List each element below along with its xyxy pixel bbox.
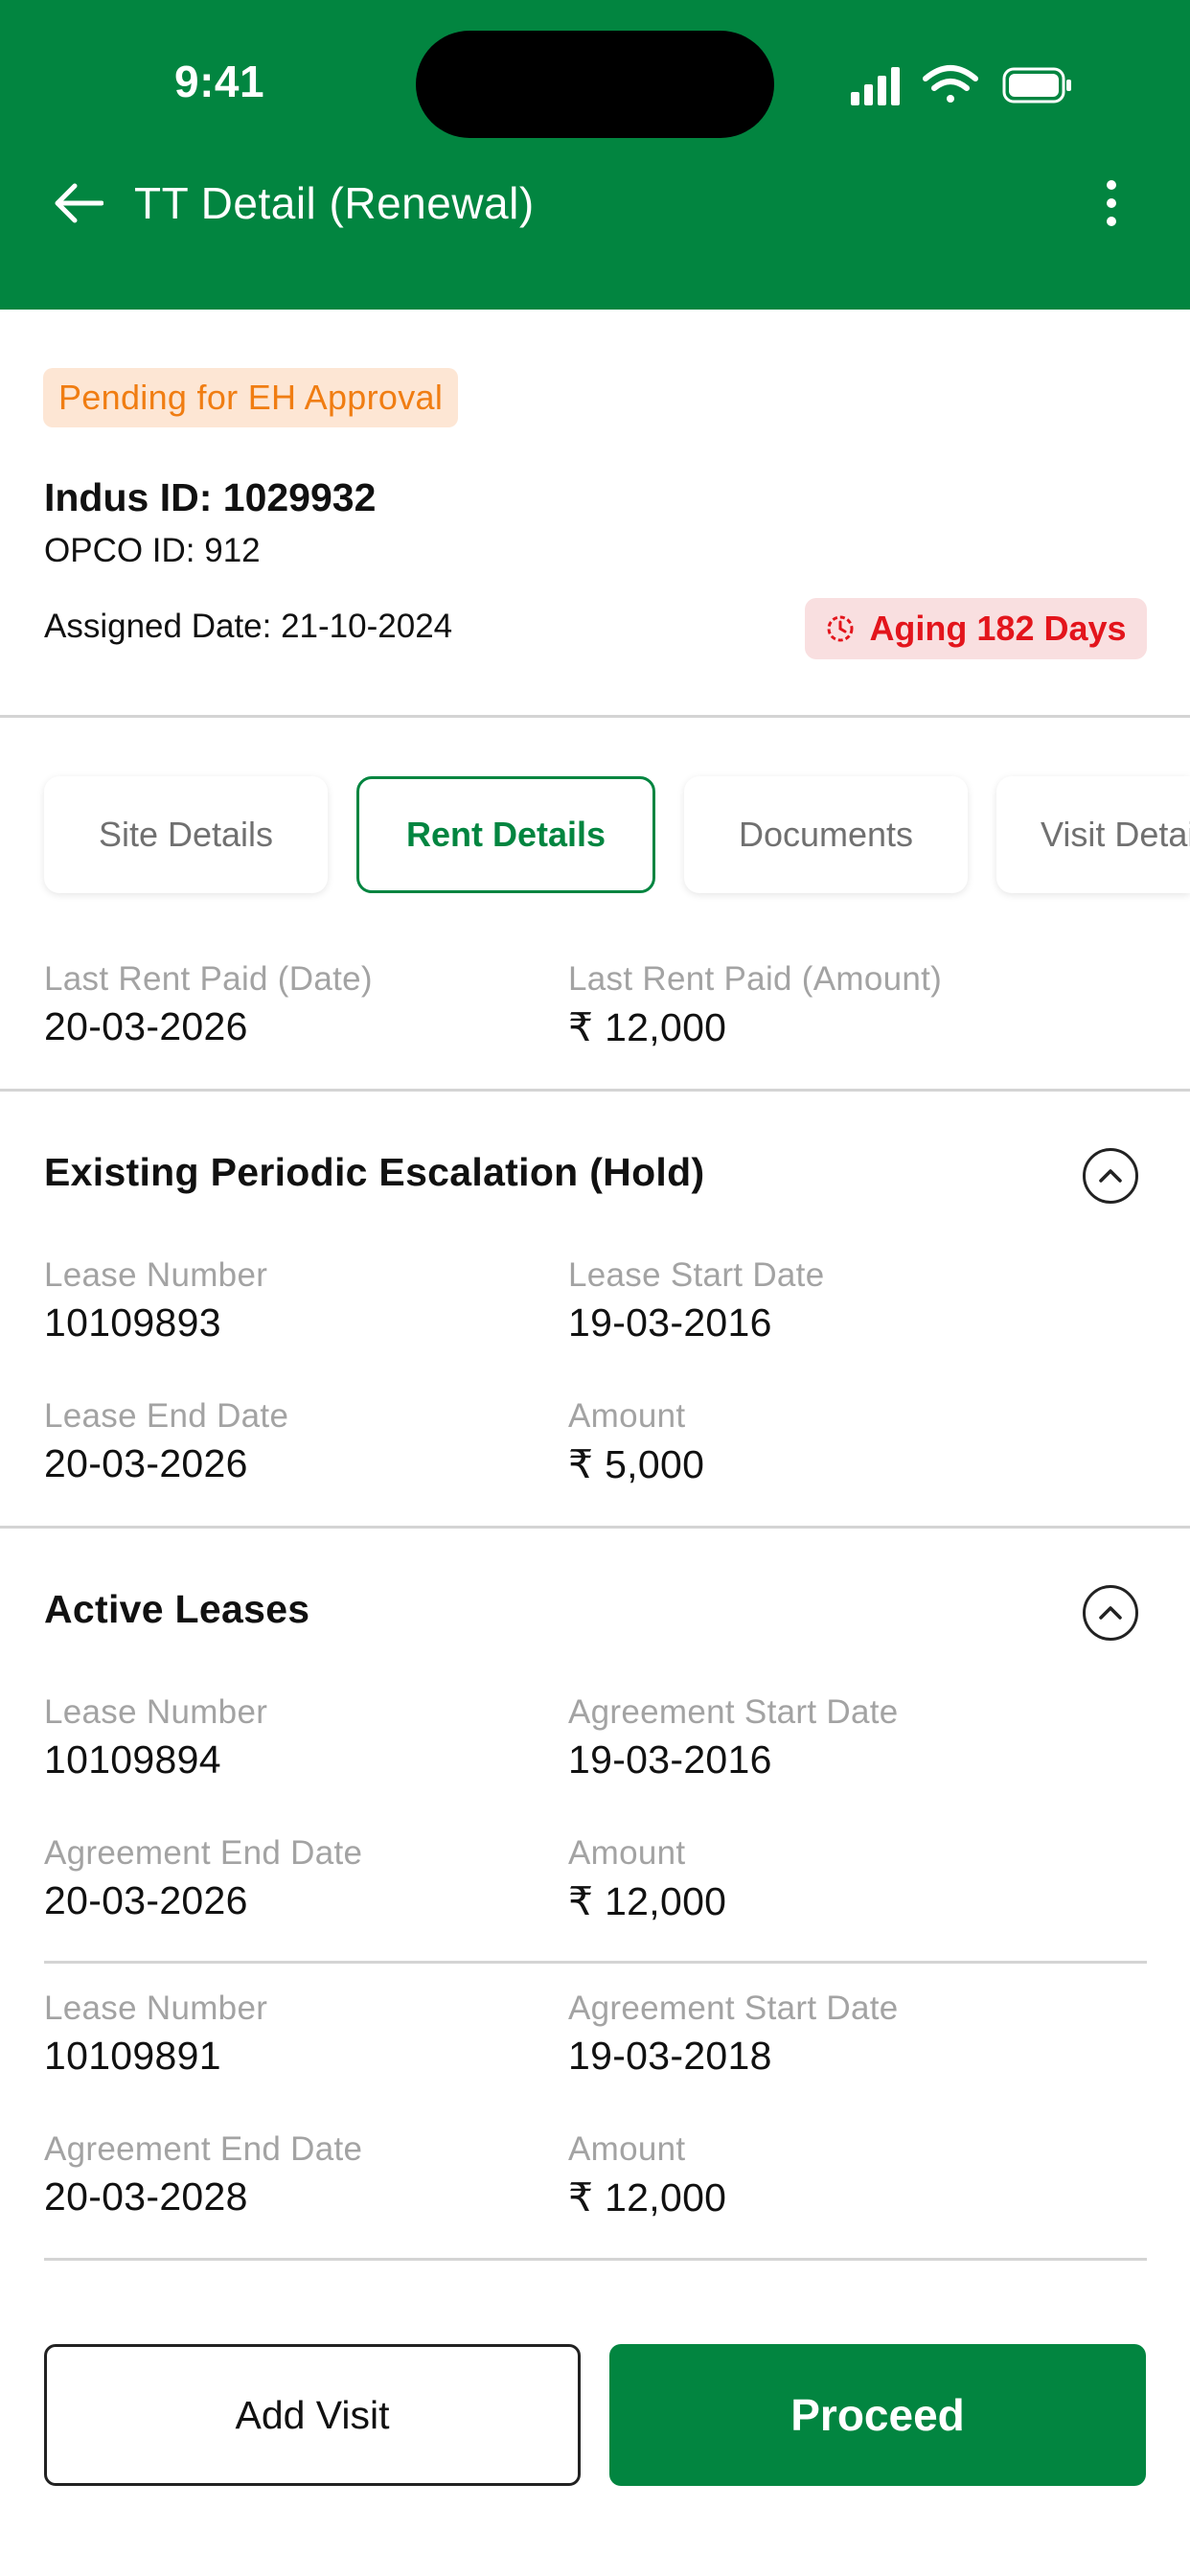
- lease-start-value: 19-03-2016: [568, 1300, 772, 1345]
- proceed-button[interactable]: Proceed: [609, 2344, 1146, 2486]
- lease-end-value: 20-03-2026: [44, 1441, 248, 1485]
- amount-label: Amount: [568, 2130, 686, 2168]
- lease-number-label: Lease Number: [44, 1256, 268, 1294]
- tab-visit-details[interactable]: Visit Details: [996, 776, 1190, 893]
- last-rent-date-label: Last Rent Paid (Date): [44, 960, 373, 998]
- agreement-start-value: 19-03-2018: [568, 2034, 772, 2078]
- last-rent-amount-value: ₹ 12,000: [568, 1005, 727, 1049]
- more-options-button[interactable]: [1085, 172, 1138, 234]
- divider: [0, 715, 1190, 718]
- battery-icon: [1002, 67, 1071, 104]
- last-rent-date-value: 20-03-2026: [44, 1004, 248, 1048]
- status-icons: [851, 63, 1081, 107]
- agreement-start-label: Agreement Start Date: [568, 1990, 899, 2027]
- tab-rent-details[interactable]: Rent Details: [356, 776, 655, 893]
- agreement-end-value: 20-03-2026: [44, 1878, 248, 1922]
- back-button[interactable]: [48, 172, 109, 234]
- divider: [44, 2258, 1147, 2261]
- tab-site-details[interactable]: Site Details: [44, 776, 328, 893]
- dynamic-island: [416, 31, 774, 138]
- indus-id: Indus ID: 1029932: [44, 475, 377, 519]
- agreement-end-label: Agreement End Date: [44, 1834, 363, 1872]
- timer-icon: [827, 615, 854, 642]
- lease-number-label: Lease Number: [44, 1693, 268, 1731]
- status-badge: Pending for EH Approval: [43, 368, 459, 427]
- amount-label: Amount: [568, 1834, 686, 1872]
- lease-end-label: Lease End Date: [44, 1397, 289, 1435]
- amount-label: Amount: [568, 1397, 686, 1435]
- lease-start-label: Lease Start Date: [568, 1256, 825, 1294]
- agreement-end-value: 20-03-2028: [44, 2174, 248, 2219]
- amount-value: ₹ 12,000: [568, 2175, 727, 2220]
- divider: [0, 1089, 1190, 1092]
- app-header: 9:41 TT Detail (Renewal): [0, 0, 1190, 310]
- active-leases-title: Active Leases: [44, 1587, 310, 1631]
- page-title: TT Detail (Renewal): [134, 178, 535, 228]
- active-leases-collapse-button[interactable]: [1083, 1585, 1138, 1641]
- opco-id: OPCO ID: 912: [44, 532, 261, 569]
- tab-documents[interactable]: Documents: [684, 776, 968, 893]
- lease-number-value: 10109891: [44, 2034, 221, 2078]
- agreement-start-value: 19-03-2016: [568, 1737, 772, 1782]
- divider: [44, 1961, 1147, 1964]
- aging-text: Aging 182 Days: [869, 609, 1127, 648]
- wifi-icon: [923, 65, 978, 103]
- back-arrow-icon: [55, 183, 103, 223]
- lease-number-value: 10109894: [44, 1737, 221, 1782]
- signal-icon: [851, 67, 900, 105]
- amount-value: ₹ 5,000: [568, 1442, 705, 1486]
- lease-number-label: Lease Number: [44, 1990, 268, 2027]
- amount-value: ₹ 12,000: [568, 1879, 727, 1923]
- agreement-end-label: Agreement End Date: [44, 2130, 363, 2168]
- aging-badge: Aging 182 Days: [805, 598, 1147, 659]
- divider: [0, 1526, 1190, 1529]
- escalation-collapse-button[interactable]: [1083, 1148, 1138, 1204]
- assigned-date: Assigned Date: 21-10-2024: [44, 608, 453, 645]
- escalation-section-title: Existing Periodic Escalation (Hold): [44, 1150, 705, 1194]
- last-rent-amount-label: Last Rent Paid (Amount): [568, 960, 943, 998]
- kebab-menu-icon: [1107, 180, 1116, 226]
- chevron-up-icon: [1099, 1169, 1122, 1183]
- chevron-up-icon: [1099, 1606, 1122, 1620]
- add-visit-button[interactable]: Add Visit: [44, 2344, 581, 2486]
- status-time: 9:41: [174, 57, 265, 106]
- agreement-start-label: Agreement Start Date: [568, 1693, 899, 1731]
- lease-number-value: 10109893: [44, 1300, 221, 1345]
